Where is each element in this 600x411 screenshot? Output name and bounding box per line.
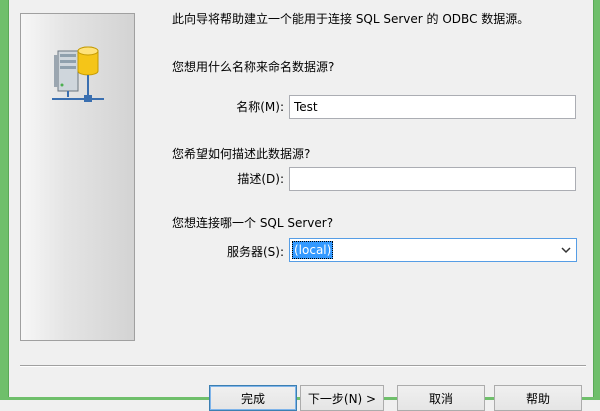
name-label: 名称(M):: [236, 100, 284, 114]
server-combobox[interactable]: (local): [289, 238, 577, 262]
description-field[interactable]: [289, 167, 576, 191]
description-question: 您希望如何描述此数据源?: [172, 147, 311, 161]
next-button[interactable]: 下一步(N) >: [300, 385, 384, 411]
name-field[interactable]: [289, 95, 576, 119]
database-server-network-icon: [52, 46, 104, 102]
wizard-side-panel: [20, 13, 135, 341]
description-label: 描述(D):: [237, 172, 284, 186]
server-combobox-value: (local): [292, 241, 334, 259]
button-area-separator: [20, 365, 586, 367]
wizard-intro-text: 此向导将帮助建立一个能用于连接 SQL Server 的 ODBC 数据源。: [172, 12, 530, 26]
server-question: 您想连接哪一个 SQL Server?: [172, 216, 334, 230]
help-button[interactable]: 帮助: [494, 385, 582, 411]
name-question: 您想用什么名称来命名数据源?: [172, 60, 335, 74]
chevron-down-icon[interactable]: [560, 244, 572, 256]
cancel-button[interactable]: 取消: [397, 385, 485, 411]
window-frame-left: [0, 0, 9, 400]
server-label: 服务器(S):: [226, 245, 284, 259]
window-frame-right: [593, 0, 600, 400]
finish-button[interactable]: 完成: [209, 385, 297, 411]
